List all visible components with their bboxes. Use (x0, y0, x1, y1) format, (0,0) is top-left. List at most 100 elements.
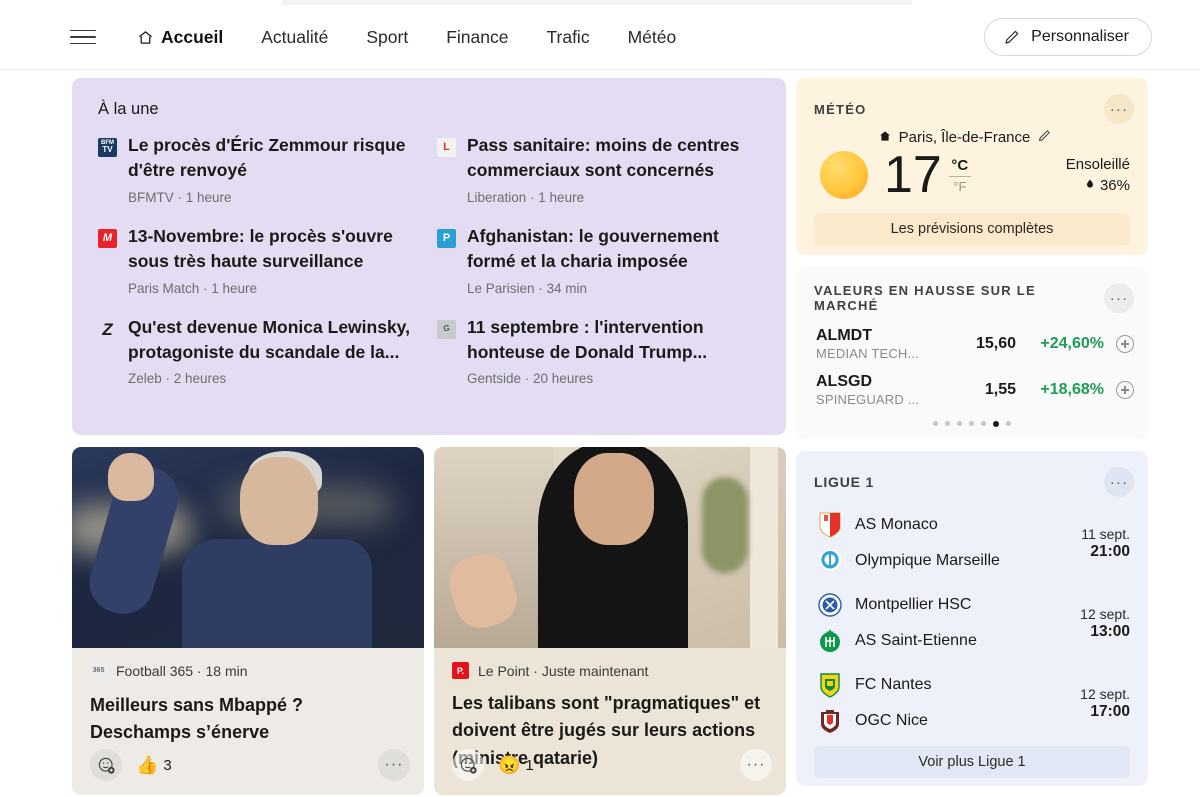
team-name: FC Nantes (855, 676, 932, 693)
source-logo-zeleb: Z (102, 319, 113, 339)
headline-item[interactable]: M 13-Novembre: le procès s'ouvre sous tr… (98, 224, 421, 296)
source-logo-liberation: L (437, 138, 456, 157)
stock-change: +24,60% (1040, 335, 1104, 352)
reaction-count: 3 (163, 756, 172, 774)
headline-meta: Paris Match · 1 heure (128, 280, 258, 296)
stock-change: +18,68% (1040, 381, 1104, 398)
headlines-card: À la une BFM TV Le procès d'Éric Zemmour … (72, 78, 786, 435)
add-reaction-icon[interactable] (90, 749, 122, 781)
add-to-watchlist-icon[interactable] (1116, 335, 1134, 353)
pager-dot[interactable] (945, 421, 950, 426)
home-icon (137, 29, 154, 46)
headline-title: 11 septembre : l'intervention honteuse d… (467, 316, 708, 362)
headline-title: Qu'est devenue Monica Lewinsky, protagon… (128, 316, 410, 362)
market-card: VALEURS EN HAUSSE SUR LE MARCHÉ ··· ALMD… (796, 267, 1148, 439)
headline-item[interactable]: Z Qu'est devenue Monica Lewinsky, protag… (98, 315, 421, 387)
droplet-icon (1084, 177, 1096, 194)
as-monaco-crest (818, 512, 842, 538)
article-card[interactable]: 365 Football 365 · 18 min Meilleurs sans… (72, 447, 424, 795)
ogc-nice-crest (818, 708, 842, 734)
personalize-label: Personnaliser (1031, 28, 1129, 45)
ligue1-card-title: LIGUE 1 (814, 474, 875, 490)
nav-item-sport[interactable]: Sport (347, 21, 427, 54)
nav-item-meteo[interactable]: Météo (609, 21, 696, 54)
article-source-meta: Football 365 · 18 min (116, 662, 248, 679)
pencil-icon[interactable] (1037, 128, 1052, 147)
source-logo-le-parisien: P (437, 228, 456, 248)
match-row[interactable]: AS Monaco Olympique Marseille 11 sept. 2… (796, 503, 1148, 583)
more-options-icon[interactable]: ··· (1104, 94, 1134, 124)
weather-card: MÉTÉO ··· Paris, Île-de-France 17 °C °F … (796, 78, 1148, 255)
source-logo-bfmtv: BFM TV (98, 138, 117, 157)
match-hour: 17:00 (1090, 702, 1130, 720)
reaction-count: 1 (525, 756, 534, 774)
article-reactions: 👍 3 ··· (90, 749, 410, 781)
reaction-angry[interactable]: 😠 1 (498, 756, 534, 774)
headline-item[interactable]: G 11 septembre : l'intervention honteuse… (437, 315, 760, 387)
olympique-marseille-crest (818, 548, 842, 574)
ligue1-see-more-button[interactable]: Voir plus Ligue 1 (814, 746, 1130, 778)
headline-title: Le procès d'Éric Zemmour risque d'être r… (128, 135, 406, 181)
weather-temperature: 17 (884, 146, 942, 204)
pager-dot-active[interactable] (993, 421, 999, 427)
match-hour: 13:00 (1090, 622, 1130, 640)
stock-price: 1,55 (984, 381, 1016, 398)
team-away: Olympique Marseille (818, 548, 1060, 574)
nav-item-finance[interactable]: Finance (427, 21, 527, 54)
headline-item[interactable]: P Afghanistan: le gouvernement formé et … (437, 224, 760, 296)
more-options-icon[interactable]: ··· (740, 749, 772, 781)
article-card[interactable]: P. Le Point · Juste maintenant Les talib… (434, 447, 786, 795)
as-saint-etienne-crest (818, 628, 842, 654)
personalize-button[interactable]: Personnaliser (984, 18, 1152, 56)
pager-dot[interactable] (933, 421, 938, 426)
more-options-icon[interactable]: ··· (1104, 467, 1134, 497)
headline-item[interactable]: BFM TV Le procès d'Éric Zemmour risque d'… (98, 133, 421, 205)
stock-name: SPINEGUARD ... (816, 392, 920, 407)
article-source: 365 Football 365 · 18 min (90, 662, 406, 679)
stock-name: MEDIAN TECH... (816, 346, 919, 361)
unit-celsius[interactable]: °C (951, 157, 968, 176)
stock-row[interactable]: ALSGD SPINEGUARD ... 1,55 +18,68% (796, 367, 1148, 413)
team-home: FC Nantes (818, 672, 1060, 698)
headline-meta: BFMTV · 1 heure (128, 189, 232, 205)
nav-item-actualite[interactable]: Actualité (242, 21, 347, 54)
pager-dot[interactable] (981, 421, 986, 426)
nav-label-meteo: Météo (627, 26, 677, 47)
fc-nantes-crest (818, 672, 842, 698)
headline-title: Pass sanitaire: moins de centres commerc… (467, 135, 740, 181)
hamburger-menu-icon[interactable] (70, 26, 96, 48)
weather-units[interactable]: °C °F (948, 157, 971, 194)
stock-row[interactable]: ALMDT MEDIAN TECH... 15,60 +24,60% (796, 321, 1148, 367)
team-away: AS Saint-Etienne (818, 628, 1060, 654)
match-hour: 21:00 (1090, 542, 1130, 560)
nav-item-trafic[interactable]: Trafic (527, 21, 608, 54)
add-reaction-icon[interactable] (452, 749, 484, 781)
add-to-watchlist-icon[interactable] (1116, 381, 1134, 399)
match-row[interactable]: Montpellier HSC AS Saint-Etienne 12 sept… (796, 583, 1148, 663)
weather-location[interactable]: Paris, Île-de-France (796, 128, 1148, 147)
article-row: 365 Football 365 · 18 min Meilleurs sans… (72, 447, 786, 795)
stock-symbol: ALMDT (816, 327, 872, 344)
montpellier-hsc-crest (818, 592, 842, 618)
headline-item[interactable]: L Pass sanitaire: moins de centres comme… (437, 133, 760, 205)
main-nav: Accueil Actualité Sport Finance Trafic M… (118, 21, 695, 54)
weather-condition: Ensoleillé (1065, 156, 1130, 173)
headline-meta: Gentside · 20 heures (467, 371, 594, 387)
nav-label-accueil: Accueil (161, 26, 224, 47)
pager-dot[interactable] (969, 421, 974, 426)
market-carousel-pager[interactable] (796, 421, 1148, 427)
team-name: AS Monaco (855, 516, 938, 533)
headline-title: Afghanistan: le gouvernement formé et la… (467, 225, 719, 272)
nav-item-accueil[interactable]: Accueil (118, 21, 242, 54)
nav-label-trafic: Trafic (546, 26, 590, 47)
unit-fahrenheit[interactable]: °F (953, 177, 966, 194)
more-options-icon[interactable]: ··· (378, 749, 410, 781)
headlines-column-right: L Pass sanitaire: moins de centres comme… (437, 133, 760, 386)
pager-dot[interactable] (1006, 421, 1011, 426)
thumbs-up-icon: 👍 (136, 755, 159, 775)
pager-dot[interactable] (957, 421, 962, 426)
more-options-icon[interactable]: ··· (1104, 283, 1134, 313)
weather-forecast-button[interactable]: Les prévisions complètes (814, 213, 1130, 245)
match-row[interactable]: FC Nantes OGC Nice 12 sept. 17:00 (796, 663, 1148, 743)
reaction-thumbsup[interactable]: 👍 3 (136, 756, 172, 774)
